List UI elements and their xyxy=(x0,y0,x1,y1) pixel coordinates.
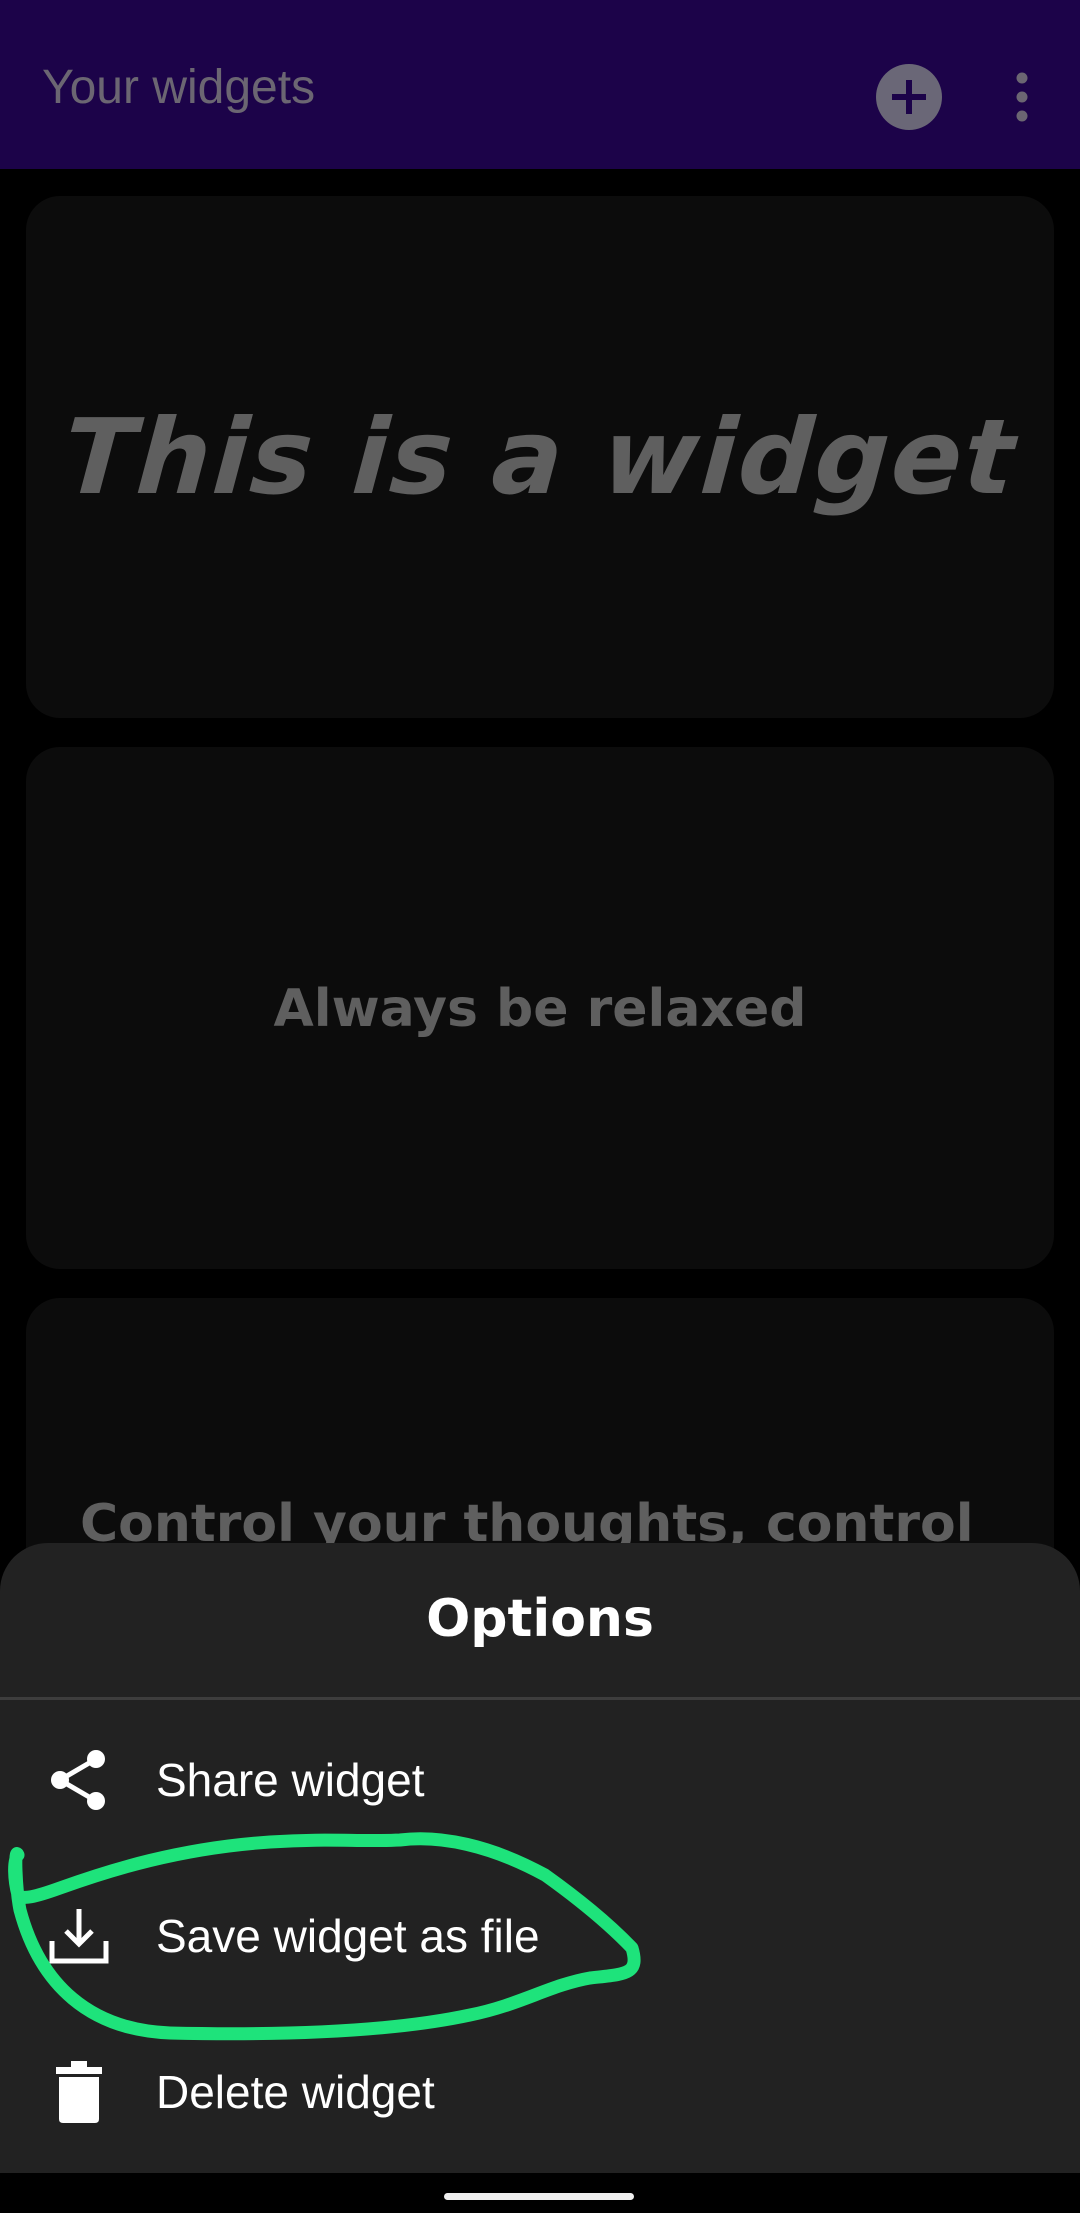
add-widget-button[interactable] xyxy=(876,64,942,130)
plus-icon xyxy=(892,80,926,114)
widget-text: This is a widget xyxy=(59,396,1021,518)
widget-text: Always be relaxed xyxy=(273,979,807,1039)
page-title: Your widgets xyxy=(42,61,316,114)
widget-card[interactable]: This is a widget xyxy=(26,196,1054,718)
divider xyxy=(0,1697,1080,1700)
share-widget-option[interactable]: Share widget xyxy=(0,1703,1080,1859)
widget-card[interactable]: Always be relaxed xyxy=(26,747,1054,1269)
option-label: Delete widget xyxy=(156,2066,435,2118)
sheet-title: Options xyxy=(426,1589,654,1649)
more-options-button[interactable] xyxy=(1000,66,1044,128)
trash-icon xyxy=(56,2061,102,2123)
options-bottom-sheet: Options Share widget Save widget as file… xyxy=(0,1543,1080,2173)
home-gesture-handle[interactable] xyxy=(444,2193,634,2200)
option-label: Share widget xyxy=(156,1754,425,1806)
download-icon xyxy=(49,1909,109,1964)
app-bar: Your widgets xyxy=(0,0,1080,169)
more-vert-icon xyxy=(1016,72,1028,122)
save-widget-as-file-option[interactable]: Save widget as file xyxy=(0,1859,1080,2015)
delete-widget-option[interactable]: Delete widget xyxy=(0,2015,1080,2171)
option-label: Save widget as file xyxy=(156,1910,540,1962)
share-icon xyxy=(51,1750,105,1810)
